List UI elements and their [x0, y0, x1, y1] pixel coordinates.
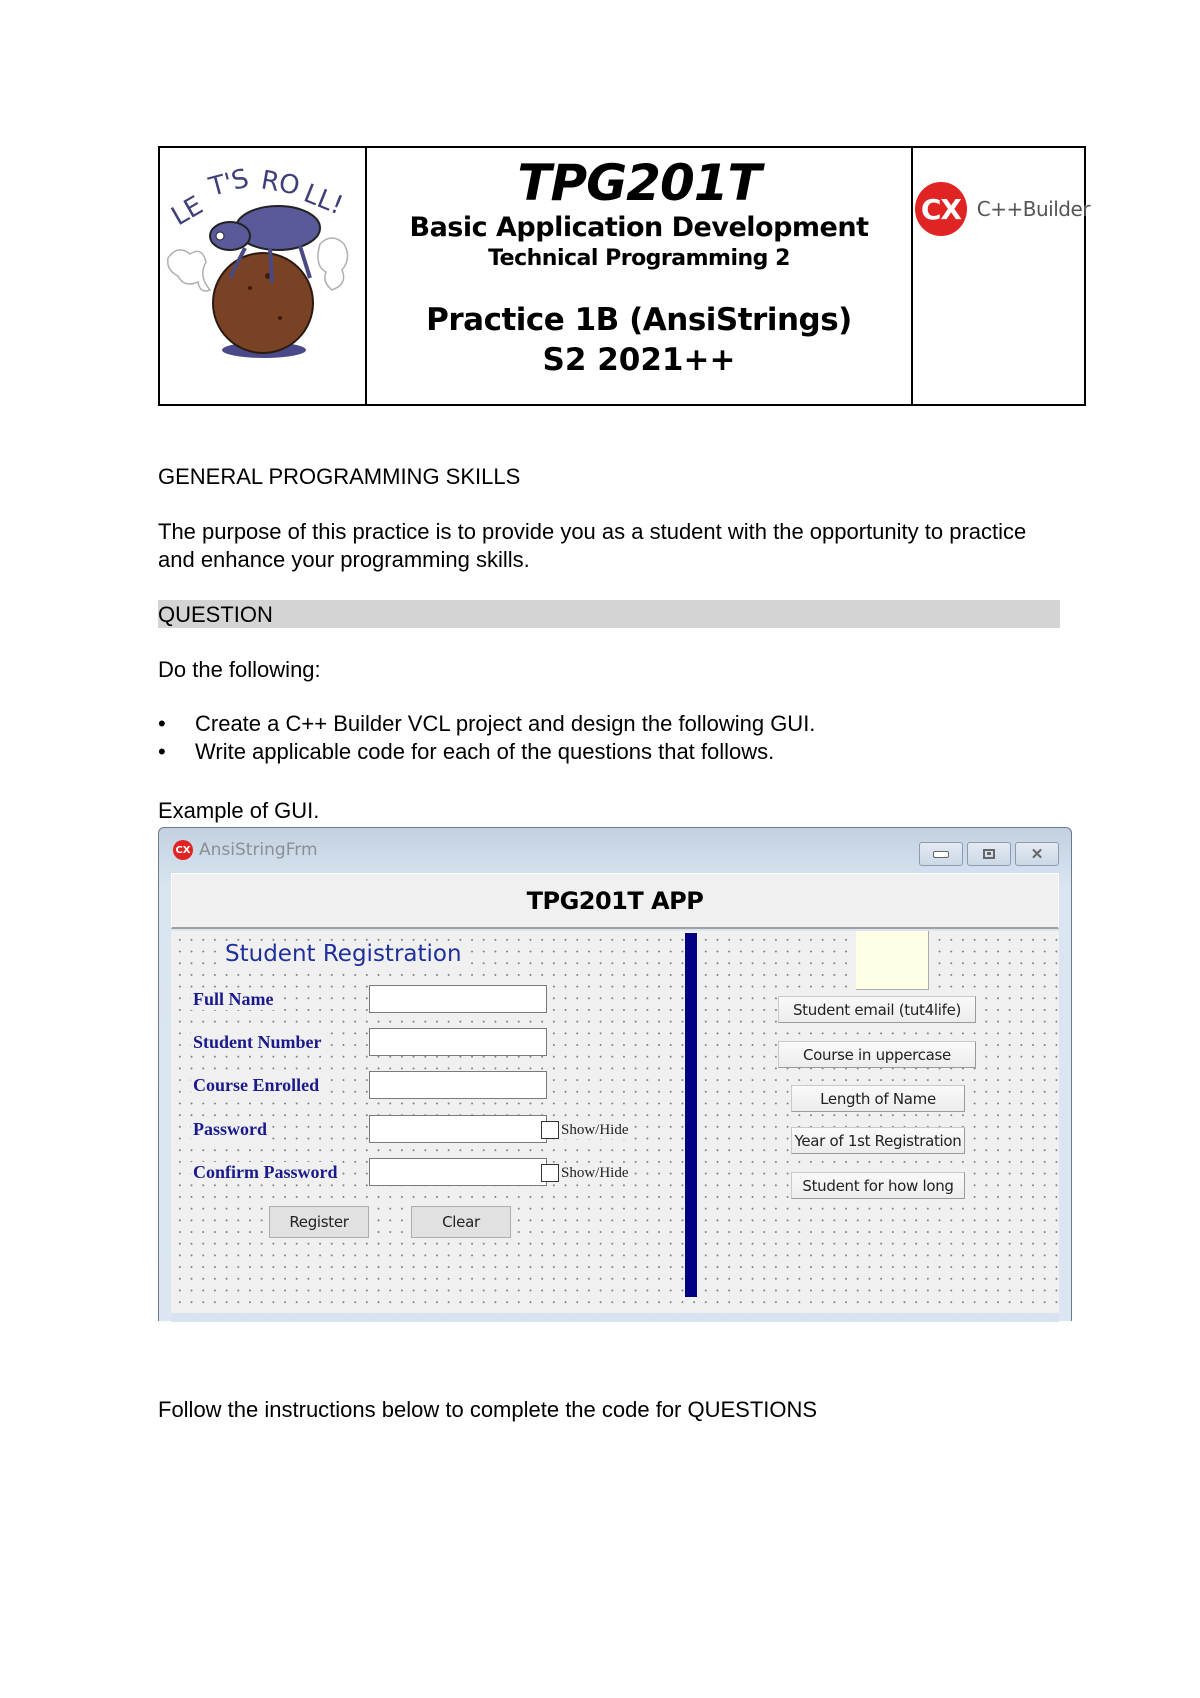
bullet-icon: • — [158, 739, 166, 764]
student-number-input[interactable] — [369, 1028, 547, 1056]
password-input[interactable] — [369, 1115, 547, 1143]
list-item: • Write applicable code for each of the q… — [158, 738, 815, 766]
cx-badge-icon: CX — [915, 182, 967, 236]
example-gui-window: CX AnsiStringFrm ✕ TPG201T APP Student R… — [158, 827, 1072, 1322]
confirm-password-show-hide-checkbox[interactable]: Show/Hide — [541, 1164, 629, 1182]
follow-instructions: Follow the instructions below to complet… — [158, 1397, 818, 1422]
student-how-long-button[interactable]: Student for how long — [791, 1172, 965, 1199]
lets-roll-beetle-logo: LE T'S RO LL! — [167, 164, 349, 358]
confirm-password-label: Confirm Password — [191, 1162, 340, 1183]
close-button[interactable]: ✕ — [1015, 842, 1059, 866]
password-show-hide-checkbox[interactable]: Show/Hide — [541, 1121, 629, 1139]
course-enrolled-input[interactable] — [369, 1071, 547, 1099]
subject-title: Basic Application Development — [409, 212, 870, 243]
student-number-label: Student Number — [191, 1032, 324, 1053]
confirm-password-input[interactable] — [369, 1158, 547, 1186]
app-header-panel: TPG201T APP — [171, 873, 1059, 929]
close-icon: ✕ — [1030, 846, 1044, 863]
output-shape — [856, 931, 929, 990]
cpp-builder-logo: CX C++Builder — [915, 174, 1091, 244]
window-controls: ✕ — [919, 842, 1059, 866]
subject-subtitle: Technical Programming 2 — [488, 246, 790, 271]
full-name-label: Full Name — [191, 989, 276, 1010]
course-enrolled-label: Course Enrolled — [191, 1075, 322, 1096]
brand-name: C++Builder — [976, 197, 1091, 221]
header-brand-cell: CX C++Builder — [913, 148, 1091, 404]
clear-button[interactable]: Clear — [411, 1206, 511, 1238]
checkbox-box[interactable] — [541, 1164, 559, 1182]
question-heading: QUESTION — [158, 602, 273, 627]
checkbox-label: Show/Hide — [561, 1164, 629, 1181]
checkbox-box[interactable] — [541, 1121, 559, 1139]
registration-title: Student Registration — [221, 941, 466, 967]
list-item: • Create a C++ Builder VCL project and de… — [158, 710, 815, 738]
window-titlebar: CX AnsiStringFrm — [173, 840, 318, 860]
document-header-table: LE T'S RO LL! TPG201T Basic Application … — [158, 146, 1091, 406]
course-uppercase-button[interactable]: Course in uppercase — [778, 1041, 976, 1068]
checkbox-label: Show/Hide — [561, 1121, 629, 1138]
register-button[interactable]: Register — [269, 1206, 369, 1238]
svg-text:RO: RO — [259, 165, 302, 201]
list-item-text: Create a C++ Builder VCL project and des… — [195, 711, 816, 736]
svg-text:LE: LE — [167, 191, 209, 232]
student-email-button[interactable]: Student email (tut4life) — [778, 996, 976, 1023]
question-heading-bar: QUESTION — [158, 600, 1060, 628]
header-logo-cell: LE T'S RO LL! — [160, 148, 367, 404]
form-canvas: Student Registration Full Name Student N… — [171, 931, 1059, 1313]
app-icon: CX — [173, 840, 193, 860]
panel-divider — [685, 933, 697, 1297]
instructions-intro: Do the following: — [158, 657, 321, 682]
practice-title: Practice 1B (AnsiStrings) — [426, 302, 852, 338]
semester-label: S2 2021++ — [542, 342, 736, 378]
instructions-list: • Create a C++ Builder VCL project and de… — [158, 710, 815, 766]
window-title: AnsiStringFrm — [199, 840, 318, 860]
password-label: Password — [191, 1119, 270, 1140]
bullet-icon: • — [158, 711, 166, 736]
app-title: TPG201T APP — [526, 886, 704, 915]
minimize-icon — [933, 850, 949, 858]
minimize-button[interactable] — [919, 842, 963, 866]
maximize-icon — [983, 849, 995, 859]
header-title-cell: TPG201T Basic Application Development Te… — [367, 148, 913, 404]
section-heading: GENERAL PROGRAMMING SKILLS — [158, 464, 521, 489]
maximize-button[interactable] — [967, 842, 1011, 866]
svg-text:T'S: T'S — [205, 164, 252, 203]
course-code: TPG201T — [517, 154, 761, 212]
example-label: Example of GUI. — [158, 798, 320, 823]
purpose-paragraph: The purpose of this practice is to provi… — [158, 519, 1027, 572]
list-item-text: Write applicable code for each of the qu… — [195, 739, 775, 764]
window-bottom-border — [171, 1313, 1059, 1322]
length-of-name-button[interactable]: Length of Name — [791, 1085, 965, 1112]
year-first-registration-button[interactable]: Year of 1st Registration — [791, 1127, 965, 1154]
full-name-input[interactable] — [369, 985, 547, 1013]
